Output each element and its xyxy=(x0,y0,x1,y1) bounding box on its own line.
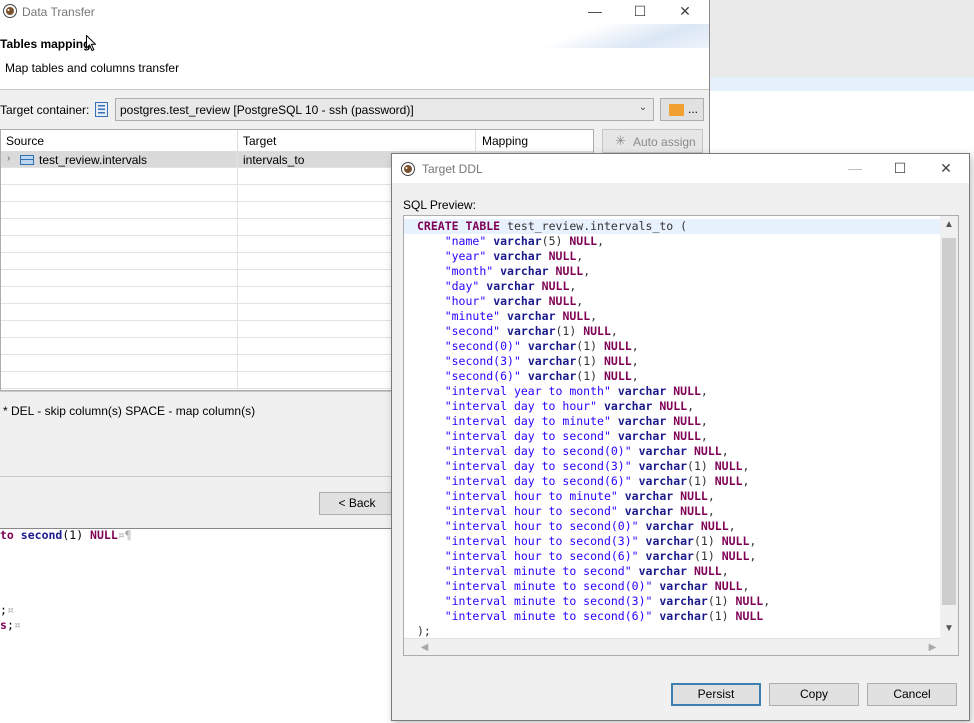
close-icon[interactable]: ✕ xyxy=(935,160,957,178)
scroll-up-icon[interactable]: ▲ xyxy=(940,216,958,234)
column-divider[interactable] xyxy=(475,130,476,152)
sql-code-line: "second(3)" varchar(1) NULL, xyxy=(444,354,639,368)
sql-code-line: "interval day to second(3)" varchar(1) N… xyxy=(444,459,750,473)
row-source: test_review.intervals xyxy=(39,153,148,167)
dialog-title: Target DDL xyxy=(422,162,483,176)
keyboard-hint: * DEL - skip column(s) SPACE - map colum… xyxy=(3,404,256,418)
sql-preview-label: SQL Preview: xyxy=(403,198,476,212)
target-container-select[interactable]: postgres.test_review [PostgreSQL 10 - ss… xyxy=(115,98,654,121)
background-sql-editor: to second(1) NULL¤¶ ;¤ s;¤ xyxy=(0,528,392,723)
choose-container-button[interactable]: ... xyxy=(660,98,704,121)
sql-code-line: "year" varchar NULL, xyxy=(444,249,584,263)
back-button[interactable]: < Back xyxy=(319,492,395,515)
row-target: intervals_to xyxy=(243,153,305,167)
sparkle-icon: ✳ xyxy=(615,133,626,148)
window-title: Data Transfer xyxy=(22,5,95,19)
column-header-source[interactable]: Source xyxy=(6,134,44,148)
target-container-label: Target container: xyxy=(0,103,90,117)
sql-code-line: "hour" varchar NULL, xyxy=(444,294,584,308)
mapping-table-header: Source Target Mapping xyxy=(1,130,593,152)
sql-code-area[interactable]: CREATE TABLE test_review.intervals_to ( … xyxy=(404,216,941,638)
sql-code-line: "interval minute to second(0)" varchar N… xyxy=(444,579,750,593)
scroll-left-icon[interactable]: ◀ xyxy=(416,639,433,655)
mouse-cursor-icon xyxy=(86,35,96,52)
copy-button[interactable]: Copy xyxy=(769,683,859,706)
minimize-icon[interactable]: — xyxy=(844,160,866,178)
sql-code-line: "interval minute to second" varchar NULL… xyxy=(444,564,729,578)
page-title: Tables mapping xyxy=(0,37,91,51)
persist-button[interactable]: Persist xyxy=(671,683,761,706)
target-ddl-titlebar[interactable]: Target DDL — ☐ ✕ xyxy=(392,154,969,183)
sql-code-line: "name" varchar(5) NULL, xyxy=(444,234,604,248)
folder-icon xyxy=(669,104,684,116)
page-description: Map tables and columns transfer xyxy=(5,61,180,75)
sql-code-line: "second(6)" varchar(1) NULL, xyxy=(444,369,639,383)
sql-code-line: "interval hour to second(3)" varchar(1) … xyxy=(444,534,757,548)
maximize-icon[interactable]: ☐ xyxy=(889,160,911,178)
chevron-down-icon[interactable]: ⌄ xyxy=(635,102,651,117)
sql-code-line: "interval day to hour" varchar NULL, xyxy=(444,399,695,413)
sql-code-line: "interval hour to minute" varchar NULL, xyxy=(444,489,715,503)
column-header-target[interactable]: Target xyxy=(243,134,276,148)
horizontal-scrollbar[interactable]: ◀ ▶ xyxy=(404,638,941,655)
dbeaver-beaver-icon xyxy=(3,4,17,18)
column-header-mapping[interactable]: Mapping xyxy=(482,134,528,148)
sql-code-line: "interval hour to second" varchar NULL, xyxy=(444,504,715,518)
sql-preview-editor[interactable]: CREATE TABLE test_review.intervals_to ( … xyxy=(403,215,959,656)
choose-container-label: ... xyxy=(688,102,699,116)
target-container-value: postgres.test_review [PostgreSQL 10 - ss… xyxy=(120,103,414,117)
scrollbar-corner xyxy=(940,638,958,655)
sql-code-line: CREATE TABLE test_review.intervals_to ( xyxy=(404,219,941,234)
column-divider[interactable] xyxy=(237,130,238,152)
sql-code-line: "interval minute to second(3)" varchar(1… xyxy=(444,594,771,608)
column-divider xyxy=(237,152,238,390)
wizard-page-header: Tables mapping Map tables and columns tr… xyxy=(0,24,709,90)
auto-assign-button[interactable]: ✳ Auto assign xyxy=(602,129,703,153)
minimize-icon[interactable]: — xyxy=(584,3,606,21)
scroll-right-icon[interactable]: ▶ xyxy=(924,639,941,655)
background-code-line: to second(1) NULL¤¶ xyxy=(0,528,132,542)
sql-code-line: "second(0)" varchar(1) NULL, xyxy=(444,339,639,353)
scroll-down-icon[interactable]: ▼ xyxy=(940,620,958,638)
vertical-scrollbar[interactable]: ▲ ▼ xyxy=(940,216,958,638)
sql-code-line: "interval year to month" varchar NULL, xyxy=(444,384,708,398)
sql-code-line: "interval day to second(6)" varchar(1) N… xyxy=(444,474,750,488)
sql-code-line: "month" varchar NULL, xyxy=(444,264,591,278)
header-banner xyxy=(509,24,709,48)
table-icon xyxy=(20,155,34,165)
sql-code-line: "interval hour to second(6)" varchar(1) … xyxy=(444,549,757,563)
sql-code-line: "day" varchar NULL, xyxy=(444,279,577,293)
cancel-button[interactable]: Cancel xyxy=(867,683,957,706)
maximize-icon[interactable]: ☐ xyxy=(629,3,651,21)
sql-code-line: "interval minute to second(6)" varchar(1… xyxy=(444,609,764,623)
chevron-right-icon[interactable]: › xyxy=(7,153,10,164)
database-container-icon xyxy=(95,102,108,117)
data-transfer-titlebar[interactable]: Data Transfer — ☐ ✕ xyxy=(0,0,709,24)
close-icon[interactable]: ✕ xyxy=(674,3,696,21)
background-code-line: s;¤ xyxy=(0,618,21,632)
target-ddl-dialog: Target DDL — ☐ ✕ SQL Preview: CREATE TAB… xyxy=(391,153,970,721)
sql-code-line: "second" varchar(1) NULL, xyxy=(444,324,618,338)
background-code-line: ;¤ xyxy=(0,603,14,617)
scrollbar-thumb[interactable] xyxy=(942,238,956,605)
sql-code-line: "minute" varchar NULL, xyxy=(444,309,598,323)
sql-code-line: "interval day to minute" varchar NULL, xyxy=(444,414,708,428)
auto-assign-label: Auto assign xyxy=(633,135,696,149)
background-toolbar-area xyxy=(709,0,974,77)
sql-code-line: "interval hour to second(0)" varchar NUL… xyxy=(444,519,736,533)
sql-code-line: "interval day to second" varchar NULL, xyxy=(444,429,708,443)
sql-code-line: ); xyxy=(417,624,431,638)
sql-code-line: "interval day to second(0)" varchar NULL… xyxy=(444,444,729,458)
background-selection-band xyxy=(709,77,974,91)
dbeaver-beaver-icon xyxy=(401,162,415,176)
